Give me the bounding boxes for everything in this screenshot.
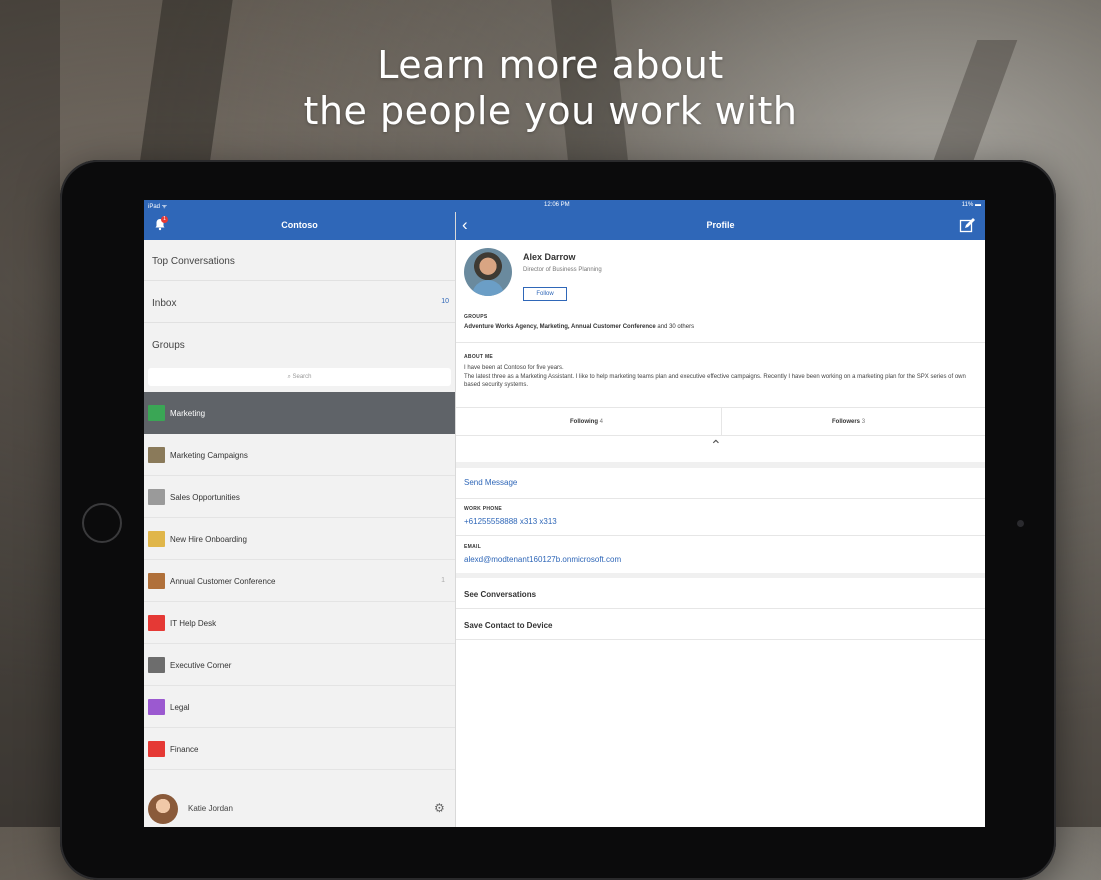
groups-list-text: Adventure Works Agency, Marketing, Annua… (464, 324, 656, 330)
group-count: 1 (441, 577, 445, 584)
group-thumbnail-icon (148, 531, 165, 547)
work-phone-label: WORK PHONE (464, 506, 502, 512)
group-thumbnail-icon (148, 405, 165, 421)
about-label: ABOUT ME (464, 354, 494, 360)
user-name: Katie Jordan (188, 804, 233, 813)
divider (456, 342, 985, 343)
status-bar: iPad ᯤ 12:06 PM 11% ▬ (144, 200, 985, 212)
group-name: Annual Customer Conference (170, 577, 276, 586)
sidebar-item-label: Top Conversations (152, 256, 235, 267)
see-conversations-row[interactable]: See Conversations (456, 578, 985, 609)
send-message-link[interactable]: Send Message (464, 478, 517, 487)
save-contact-row[interactable]: Save Contact to Device (456, 609, 985, 640)
sidebar-group-item[interactable]: Sales Opportunities (144, 476, 455, 518)
email-label: EMAIL (464, 544, 482, 550)
sidebar-group-item[interactable]: Finance (144, 728, 455, 770)
group-thumbnail-icon (148, 699, 165, 715)
gear-icon[interactable]: ⚙ (434, 801, 445, 815)
sidebar-item-label: Groups (152, 340, 185, 351)
sidebar-group-item[interactable]: Executive Corner (144, 644, 455, 686)
battery: 11% ▬ (961, 202, 981, 208)
sidebar-item-groups[interactable]: Groups (144, 324, 455, 365)
divider (456, 535, 985, 536)
sidebar-group-item[interactable]: Marketing Campaigns (144, 434, 455, 476)
group-thumbnail-icon (148, 657, 165, 673)
current-user[interactable]: Katie Jordan ⚙ (144, 789, 455, 827)
following-label: Following (570, 419, 598, 425)
compose-icon[interactable] (959, 218, 975, 234)
groups-label: GROUPS (464, 314, 488, 320)
profile-job-title: Director of Business Planning (523, 267, 602, 273)
group-name: New Hire Onboarding (170, 535, 247, 544)
home-button (82, 503, 122, 543)
ipad-screen: 1 Contoso Top Conversations Inbox 10 Gro… (144, 200, 985, 827)
headline: Learn more about the people you work wit… (0, 42, 1101, 134)
clock: 12:06 PM (544, 202, 570, 208)
search-input[interactable]: ⌕ Search (148, 368, 451, 386)
see-conversations-label: See Conversations (464, 590, 537, 599)
following-stat[interactable]: Following 4 (570, 419, 603, 425)
following-count: 4 (599, 419, 604, 425)
groups-value: Adventure Works Agency, Marketing, Annua… (464, 324, 694, 330)
group-thumbnail-icon (148, 489, 165, 505)
sidebar: 1 Contoso Top Conversations Inbox 10 Gro… (144, 200, 456, 827)
sidebar-group-item[interactable]: Legal (144, 686, 455, 728)
divider (456, 435, 985, 436)
profile-photo (464, 248, 512, 296)
profile-nav-bar: ‹ Profile (456, 212, 985, 240)
divider (456, 498, 985, 499)
sidebar-nav-bar: 1 Contoso (144, 212, 455, 240)
save-contact-label: Save Contact to Device (464, 621, 553, 630)
about-line-1: I have been at Contoso for five years. (464, 365, 564, 371)
headline-line-2: the people you work with (303, 89, 798, 133)
profile-nav-title: Profile (706, 220, 735, 230)
collapse-chevron-icon[interactable]: ⌃ (710, 437, 722, 454)
followers-label: Followers (832, 419, 861, 425)
sidebar-item-inbox[interactable]: Inbox 10 (144, 282, 455, 323)
carrier: iPad ᯤ (148, 204, 168, 210)
group-thumbnail-icon (148, 447, 165, 463)
work-phone-link[interactable]: +61255558888 x313 x313 (464, 517, 557, 526)
group-name: Finance (170, 745, 199, 754)
inbox-count: 10 (441, 298, 449, 305)
profile-pane: ‹ Profile Alex Darrow Director of Busine… (456, 200, 985, 827)
group-name: Legal (170, 703, 190, 712)
sidebar-title: Contoso (281, 220, 318, 230)
group-thumbnail-icon (148, 573, 165, 589)
sidebar-group-item[interactable]: IT Help Desk (144, 602, 455, 644)
avatar (148, 794, 178, 824)
group-name: Executive Corner (170, 661, 232, 670)
group-thumbnail-icon (148, 615, 165, 631)
followers-count: 3 (861, 419, 866, 425)
stat-divider (721, 407, 722, 435)
about-line-2: The latest three as a Marketing Assistan… (464, 373, 966, 389)
groups-more[interactable]: and 30 others (656, 324, 694, 330)
group-thumbnail-icon (148, 741, 165, 757)
sidebar-group-item[interactable]: Marketing (144, 392, 455, 434)
profile-name: Alex Darrow (523, 252, 576, 262)
group-name: Marketing Campaigns (170, 451, 248, 460)
followers-stat[interactable]: Followers 3 (832, 419, 865, 425)
email-link[interactable]: alexd@modtenant160127b.onmicrosoft.com (464, 555, 621, 564)
section-gap (456, 462, 985, 468)
headline-line-1: Learn more about (377, 43, 724, 87)
group-name: IT Help Desk (170, 619, 217, 628)
front-camera (1017, 520, 1024, 527)
group-name: Marketing (170, 409, 206, 418)
sidebar-group-item[interactable]: Annual Customer Conference 1 (144, 560, 455, 602)
profile-photo-shirt (472, 280, 504, 296)
group-name: Sales Opportunities (170, 493, 240, 502)
about-text: I have been at Contoso for five years. T… (464, 364, 979, 390)
sidebar-group-item[interactable]: New Hire Onboarding (144, 518, 455, 560)
sidebar-item-label: Inbox (152, 298, 177, 309)
follow-button[interactable]: Follow (523, 287, 567, 301)
sidebar-item-top-conversations[interactable]: Top Conversations (144, 240, 455, 281)
